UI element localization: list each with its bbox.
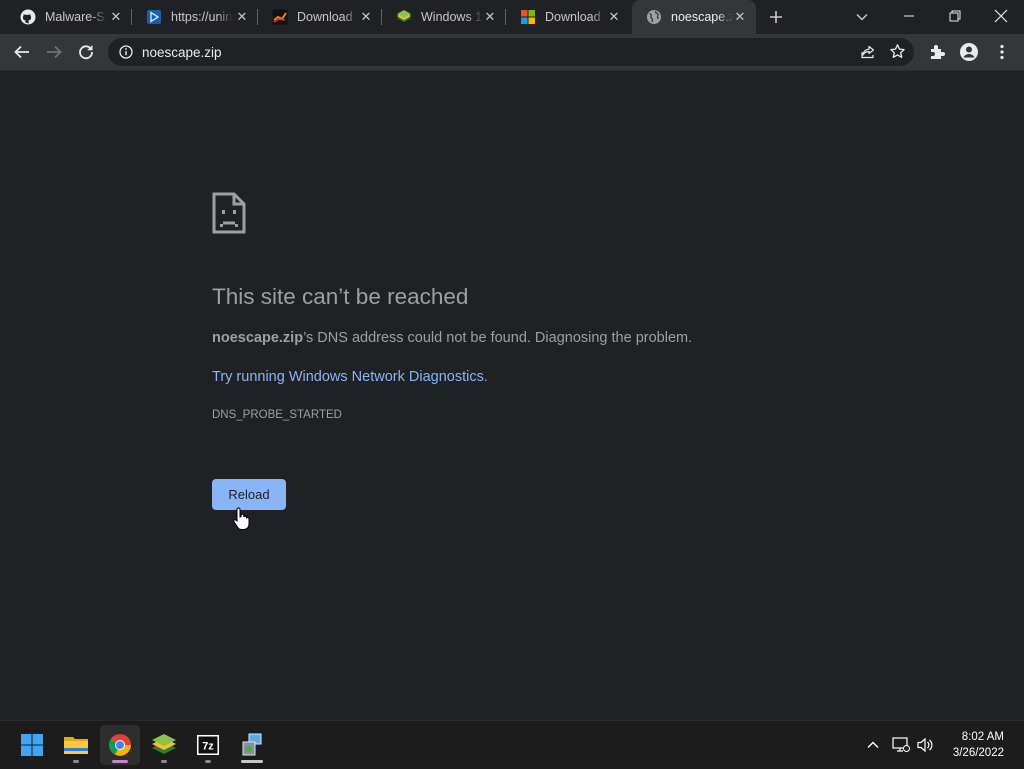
close-icon[interactable]: ✕ — [606, 9, 622, 25]
chevron-up-icon — [867, 741, 879, 748]
extensions-button[interactable] — [926, 41, 948, 63]
address-bar[interactable]: noescape.zip — [108, 38, 914, 66]
kebab-menu-icon — [1000, 44, 1004, 60]
sad-page-icon — [212, 192, 246, 234]
system-clock[interactable]: 8:02 AM 3/26/2022 — [953, 729, 1004, 761]
chevron-down-icon — [856, 13, 868, 21]
clock-date: 3/26/2022 — [952, 747, 1004, 759]
tab-download-2[interactable]: Download ✕ — [506, 0, 630, 34]
error-description: noescape.zip’s DNS address could not be … — [212, 330, 692, 346]
volume-status[interactable] — [916, 735, 936, 755]
url-text[interactable]: noescape.zip — [142, 45, 222, 60]
close-icon[interactable]: ✕ — [482, 9, 498, 25]
reload-button[interactable]: Reload — [212, 479, 286, 510]
error-code: DNS_PROBE_STARTED — [212, 409, 342, 421]
start-icon — [21, 734, 43, 756]
file-explorer-icon — [64, 737, 88, 754]
volume-icon — [917, 737, 933, 753]
network-installer-icon — [242, 733, 262, 756]
taskbar-7zip[interactable]: 7z — [188, 725, 228, 765]
tab-strip: Malware-Sa ✕ https://unin ✕ Download ✕ W… — [0, 0, 1024, 34]
error-host: noescape.zip — [212, 330, 304, 346]
bookmark-star-icon[interactable] — [889, 43, 906, 65]
github-icon — [20, 9, 36, 25]
svg-text:7z: 7z — [202, 741, 214, 753]
tab-noescape[interactable]: noescape.z ✕ — [632, 0, 756, 34]
error-suggestion: Try running Windows Network Diagnostics. — [212, 369, 488, 385]
tab-title: Download — [545, 10, 601, 24]
show-hidden-icons-button[interactable] — [863, 735, 883, 755]
menu-button[interactable] — [991, 41, 1013, 63]
close-icon[interactable]: ✕ — [358, 9, 374, 25]
minimize-button[interactable] — [886, 0, 932, 32]
tab-search-button[interactable] — [853, 8, 871, 26]
running-indicator — [241, 760, 263, 763]
close-window-button[interactable] — [978, 0, 1024, 32]
running-indicator — [161, 760, 167, 763]
network-diagnostics-link[interactable]: Try running Windows Network Diagnostics — [212, 369, 484, 385]
tab-title: Download — [297, 10, 353, 24]
network-status[interactable] — [891, 735, 911, 755]
hand-cursor-icon — [233, 507, 250, 530]
browser-toolbar: noescape.zip — [0, 34, 1024, 71]
new-tab-button[interactable] — [766, 7, 786, 27]
puzzle-icon — [931, 45, 945, 59]
globe-icon — [646, 9, 662, 25]
running-indicator — [73, 760, 79, 763]
tab-windows[interactable]: Windows 1 ✕ — [382, 0, 506, 34]
profile-button[interactable] — [958, 41, 980, 63]
error-description-text: ’s DNS address could not be found. Diagn… — [303, 330, 693, 346]
play-icon — [146, 9, 162, 25]
reload-toolbar-button[interactable] — [75, 41, 97, 63]
back-button[interactable] — [11, 41, 33, 63]
tab-uninstall[interactable]: https://unin ✕ — [132, 0, 258, 34]
tab-title: https://unin — [171, 10, 233, 24]
tab-download-1[interactable]: Download ✕ — [258, 0, 382, 34]
arrow-right-icon — [47, 45, 62, 59]
clock-time: 8:02 AM — [961, 731, 1004, 743]
share-icon[interactable] — [860, 44, 876, 65]
network-icon — [892, 737, 910, 752]
taskbar: 7z 8:02 AM 3/26/2022 — [0, 720, 1024, 769]
tab-title: noescape.z — [671, 10, 733, 24]
chrome-icon — [109, 734, 131, 756]
avatar-icon — [960, 43, 978, 61]
start-button[interactable] — [12, 725, 52, 765]
running-indicator — [112, 760, 128, 763]
taskbar-chrome[interactable] — [100, 725, 140, 765]
arrow-left-icon — [14, 45, 29, 59]
forward-button[interactable] — [43, 41, 65, 63]
running-indicator — [205, 760, 211, 763]
minimize-icon — [904, 15, 914, 17]
microsoft-icon — [520, 9, 536, 25]
close-icon[interactable]: ✕ — [732, 9, 748, 25]
download-site-icon — [272, 9, 288, 25]
restore-button[interactable] — [932, 0, 978, 32]
taskbar-file-explorer[interactable] — [56, 725, 96, 765]
restore-icon — [949, 10, 961, 22]
taskbar-bluestacks[interactable] — [144, 725, 184, 765]
tab-title: Windows 1 — [421, 10, 483, 24]
close-icon — [994, 9, 1008, 23]
close-icon[interactable]: ✕ — [234, 9, 250, 25]
plus-icon — [770, 11, 782, 23]
refresh-icon — [79, 45, 93, 60]
bluestacks-icon — [152, 734, 176, 754]
close-icon[interactable]: ✕ — [108, 9, 124, 25]
bluestacks-icon — [396, 9, 412, 25]
7zip-icon: 7z — [197, 735, 219, 755]
tab-title: Malware-Sa — [45, 10, 107, 24]
error-heading: This site can’t be reached — [212, 284, 469, 309]
info-icon[interactable] — [118, 44, 134, 60]
suggestion-period: . — [483, 369, 488, 385]
taskbar-network-installer[interactable] — [232, 725, 272, 765]
tab-malware-samples[interactable]: Malware-Sa ✕ — [6, 0, 132, 34]
